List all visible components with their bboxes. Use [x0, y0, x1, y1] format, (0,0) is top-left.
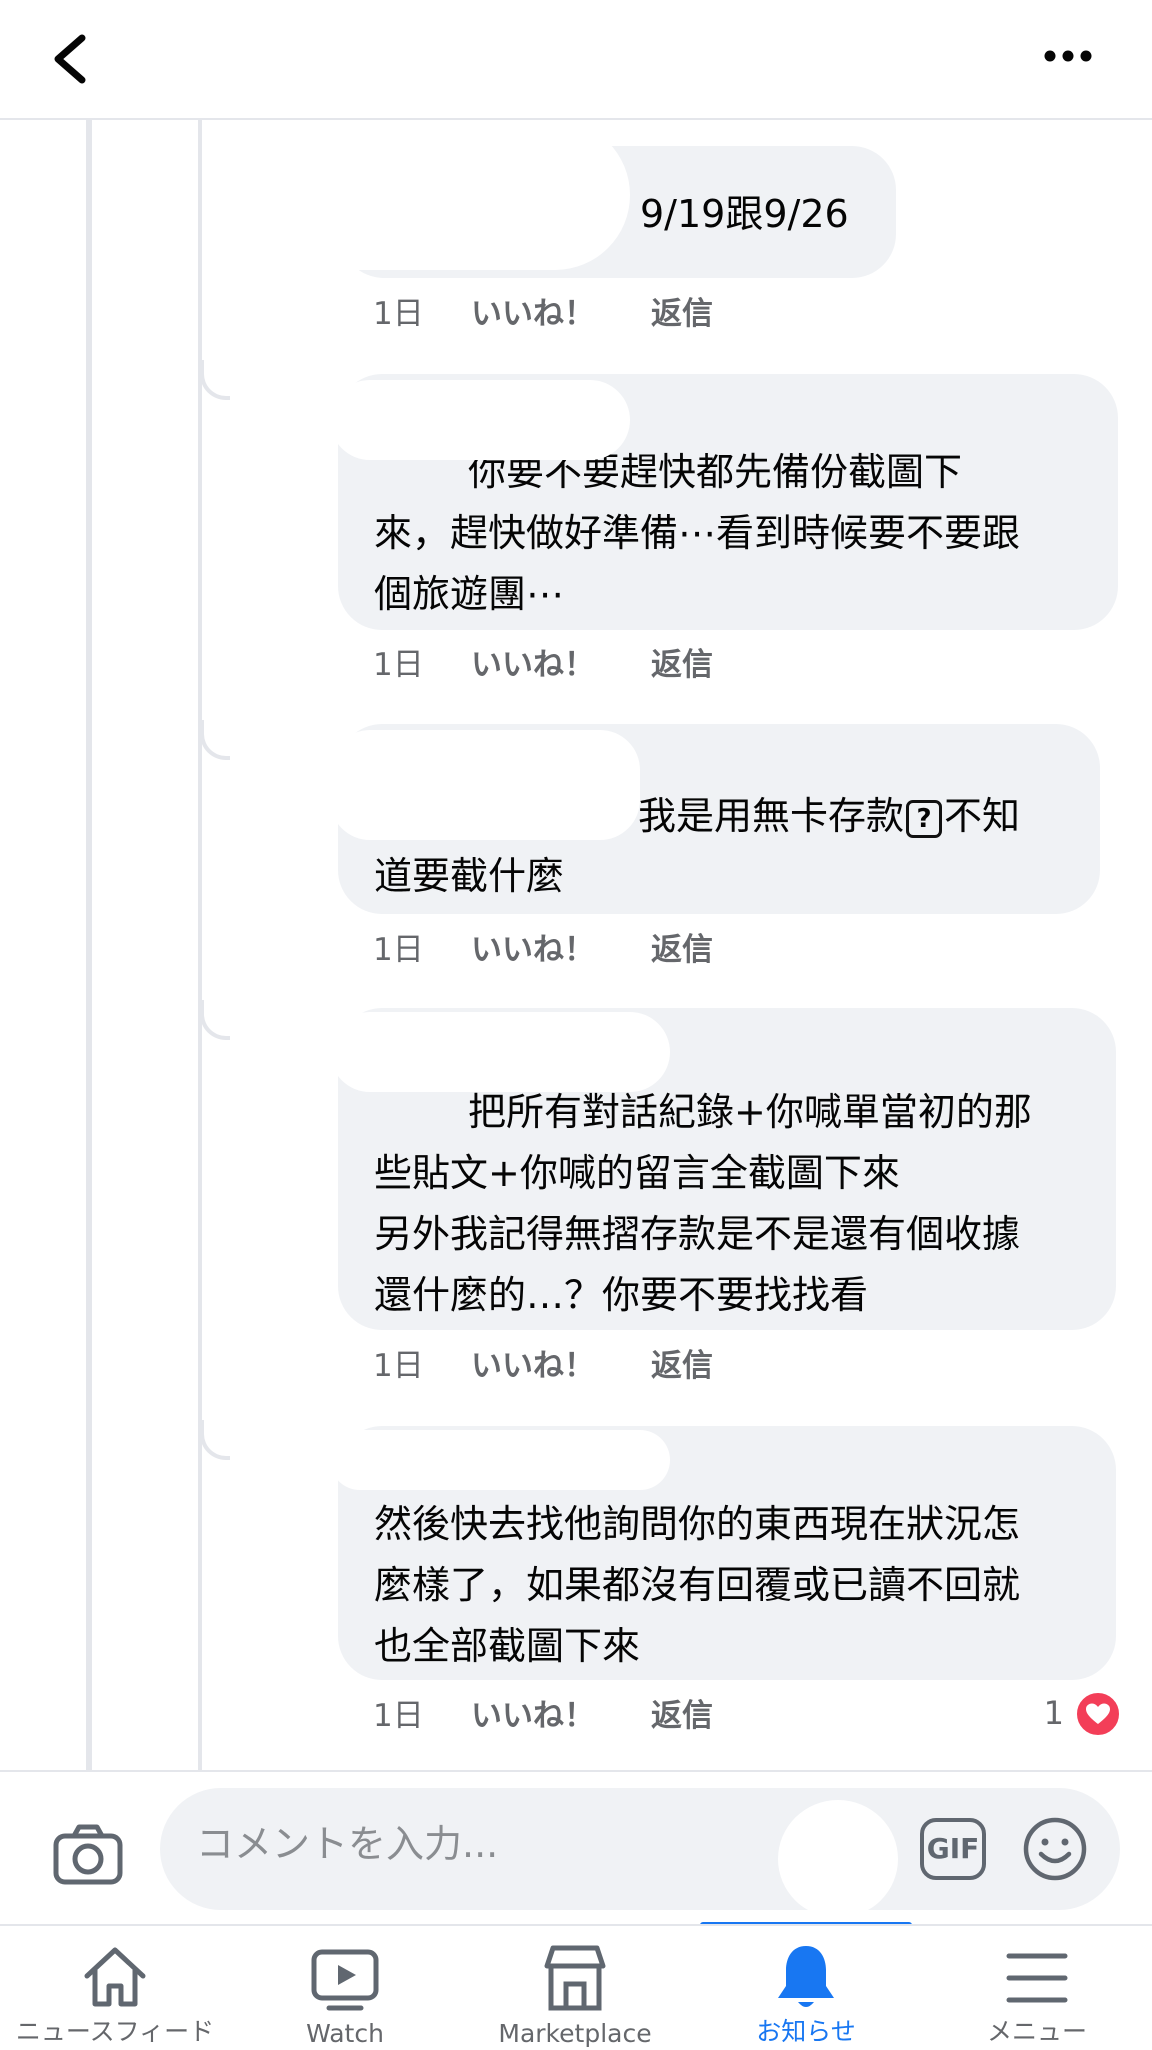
comment-time: 1日 [373, 1698, 424, 1734]
redacted-name [330, 1430, 670, 1490]
nav-item-newsfeed[interactable]: ニュースフィード [0, 1926, 230, 2050]
thread-line [86, 120, 92, 1770]
like-button[interactable]: いいね！ [471, 1694, 595, 1738]
gif-button[interactable]: GIF [920, 1818, 986, 1880]
menu-icon [1006, 1953, 1068, 2003]
comment-text: 不知 [944, 794, 1021, 838]
comment-text: 9/19跟9/26 [640, 192, 849, 236]
video-icon [311, 1949, 379, 2011]
reply-button[interactable]: 返信 [651, 1344, 713, 1388]
like-button[interactable]: いいね！ [471, 643, 595, 687]
nav-label: ニュースフィード [15, 2017, 215, 2046]
smiley-icon [1023, 1817, 1087, 1881]
comment-composer: GIF [0, 1770, 1152, 1922]
nav-item-menu[interactable]: メニュー [922, 1926, 1152, 2050]
back-button[interactable] [40, 24, 110, 94]
redacted-name [330, 730, 640, 840]
comment-text-line: 也全部截圖下來 [374, 1624, 641, 1668]
comment-text-line: 來，趕快做好準備⋯看到時候要不要跟 [374, 511, 1021, 555]
reply-button[interactable]: 返信 [651, 292, 713, 336]
bell-icon [778, 1946, 834, 2007]
like-button[interactable]: いいね！ [471, 292, 595, 336]
home-icon [84, 1947, 146, 2007]
comment-text-line: 我是用無卡存款? 不知 [638, 786, 1020, 847]
reply-connector [200, 360, 230, 400]
nav-label: メニュー [986, 2017, 1087, 2046]
reply-connector [200, 1420, 230, 1460]
like-button[interactable]: いいね！ [471, 1344, 595, 1388]
comment-meta: 1日 いいね！ 返信 [373, 928, 973, 972]
chevron-left-icon [54, 34, 86, 84]
comment-text-line: 些貼文+你喊的留言全截圖下來 [374, 1151, 900, 1195]
reply-connector [200, 720, 230, 760]
reaction-count: 1 [1043, 1694, 1064, 1732]
comment-meta: 1日 いいね！ 返信 [373, 292, 973, 336]
redacted-name [330, 380, 630, 460]
heart-reaction-icon [1074, 1690, 1122, 1738]
nav-item-marketplace[interactable]: Marketplace [460, 1926, 690, 2050]
comment-time: 1日 [373, 932, 424, 968]
nav-item-watch[interactable]: Watch [230, 1926, 460, 2050]
comment-text-line: 麼樣了，如果都沒有回覆或已讀不回就 [374, 1563, 1021, 1607]
emoji-button[interactable] [1022, 1816, 1088, 1882]
redacted-name [250, 120, 630, 270]
comment-input[interactable] [196, 1822, 756, 1866]
bottom-navigation: ニュースフィード Watch Marketplace お知らせ メニュー [0, 1924, 1152, 2048]
reply-connector [200, 1000, 230, 1040]
question-emoji-icon: ? [906, 800, 943, 838]
comment-text-line: 另外我記得無摺存款是不是還有個收據 [374, 1212, 1021, 1256]
comment-text: 我是用無卡存款 [638, 794, 905, 838]
nav-label: Watch [306, 2019, 384, 2048]
nav-item-notifications[interactable]: お知らせ [690, 1926, 922, 2050]
nav-label: お知らせ [756, 2017, 856, 2046]
comment-text-line: 道要截什麼 [374, 854, 565, 898]
reply-button[interactable]: 返信 [651, 1694, 713, 1738]
reply-button[interactable]: 返信 [651, 928, 713, 972]
redacted-area [778, 1800, 898, 1918]
comment-time: 1日 [373, 647, 424, 683]
comment-text-line: 個旅遊團⋯ [374, 572, 565, 616]
camera-button[interactable] [52, 1822, 124, 1888]
comment-text-line: 然後快去找他詢問你的東西現在狀況怎 [374, 1502, 1021, 1546]
comment-meta: 1日 いいね！ 返信 [373, 1694, 973, 1738]
comment-text-line: 還什麼的…？你要不要找找看 [374, 1273, 869, 1317]
comment-input-container[interactable]: GIF [160, 1788, 1120, 1918]
like-button[interactable]: いいね！ [471, 928, 595, 972]
comment-time: 1日 [373, 296, 424, 332]
comment-time: 1日 [373, 1348, 424, 1384]
top-bar [0, 0, 1152, 120]
nav-label: Marketplace [498, 2019, 652, 2048]
more-options-button[interactable] [1022, 24, 1112, 94]
shop-icon [544, 1945, 606, 2011]
comment-meta: 1日 いいね！ 返信 [373, 1344, 973, 1388]
camera-icon [53, 1824, 123, 1885]
reply-button[interactable]: 返信 [651, 643, 713, 687]
more-dots-icon [1044, 50, 1092, 62]
comment-meta: 1日 いいね！ 返信 [373, 643, 973, 687]
redacted-name [330, 1012, 670, 1092]
